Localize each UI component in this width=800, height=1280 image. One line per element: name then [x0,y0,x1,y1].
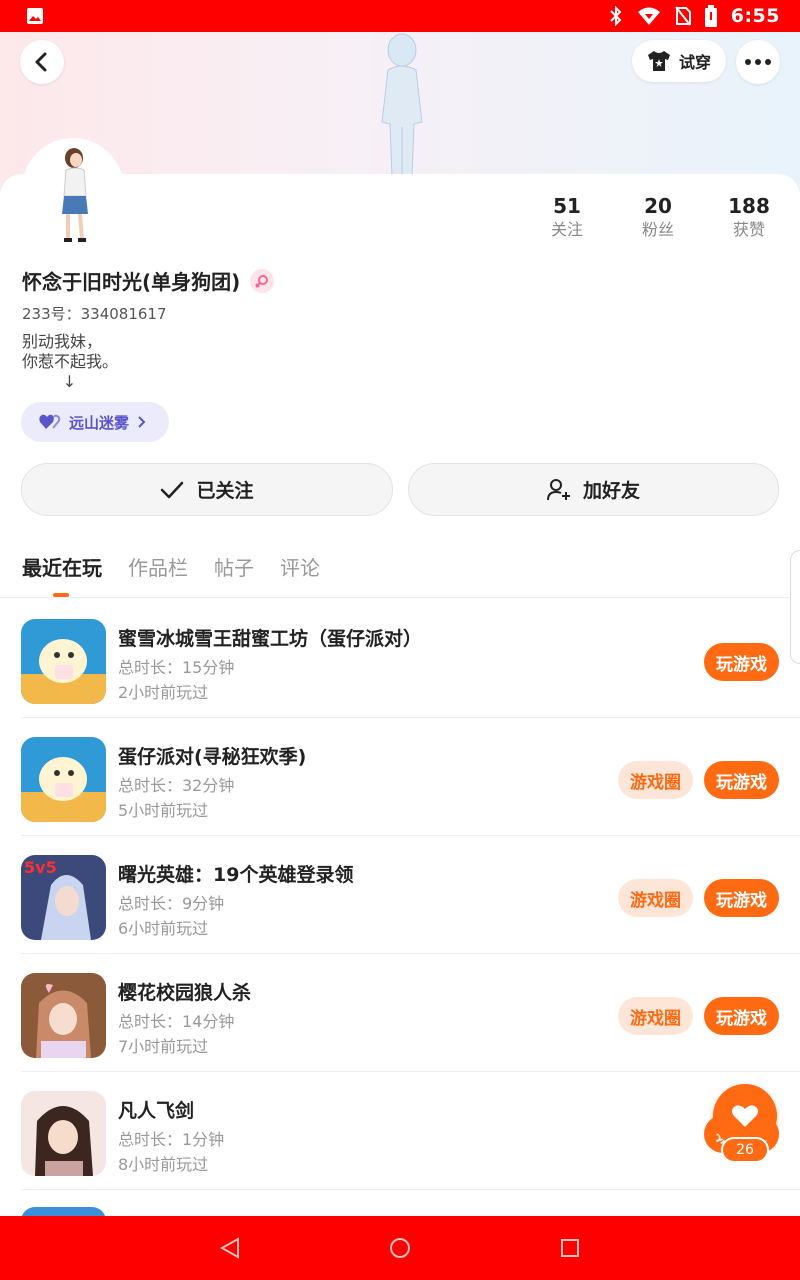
add-user-icon [546,478,570,500]
content-tabs: 最近在玩 作品栏 帖子 评论 [22,552,320,596]
game-icon-eggy [21,619,106,704]
game-duration: 总时长：9分钟 [118,894,225,913]
add-friend-label: 加好友 [582,480,640,502]
image-icon [27,8,43,24]
follow-label: 已关注 [196,480,254,502]
more-button[interactable] [736,40,780,84]
list-item[interactable]: 蜜雪冰城雪王甜蜜工坊（蛋仔派对） 总时长：15分钟 2小时前玩过 玩游戏 [0,600,800,718]
status-time: 6:55 [730,5,780,27]
svg-text:5v5: 5v5 [24,858,57,877]
gender-female-icon [250,268,275,293]
username-row: 怀念于旧时光(单身狗团) [22,266,275,295]
game-icon-eggy-party [21,737,106,822]
tshirt-icon [647,51,670,71]
game-duration: 总时长：1分钟 [118,1130,225,1149]
wifi-icon [637,7,660,25]
game-last-played: 5小时前玩过 [118,801,209,820]
stat-likes-value: 188 [728,194,770,218]
like-count: 26 [721,1137,769,1163]
game-duration: 总时长：32分钟 [118,776,235,795]
battery-icon [704,5,717,27]
stat-following-value: 51 [553,194,581,218]
stat-likes-label: 获赞 [732,220,765,239]
game-circle-button[interactable]: 游戏圈 [618,997,693,1035]
profile-stats: 51 关注 20 粉丝 188 获赞 [520,194,800,246]
club-label: 远山迷雾 [69,413,130,432]
play-game-button[interactable]: 玩游戏 [704,879,779,917]
game-title: 蛋仔派对(寻秘狂欢季) [118,746,307,768]
game-icon-mortal-sword [21,1091,106,1176]
game-icon-dawn-heroes: 5v5 [21,855,106,940]
game-circle-button[interactable]: 游戏圈 [618,761,693,799]
tab-works[interactable]: 作品栏 [128,552,188,596]
heart-pair-icon [39,414,61,429]
heart-icon [732,1105,758,1127]
user-bio: 别动我妹， 你惹不起我。 ↓ [22,332,119,391]
game-circle-button[interactable]: 游戏圈 [618,879,693,917]
game-title: 樱花校园狼人杀 [118,982,252,1004]
game-last-played: 7小时前玩过 [118,1037,209,1056]
follow-button[interactable]: 已关注 [21,463,393,516]
no-sim-icon [674,6,691,26]
play-game-button[interactable]: 玩游戏 [704,643,779,681]
nav-back-icon[interactable] [218,1236,242,1260]
status-bar: 6:55 [0,0,800,32]
avatar-figure [62,148,88,242]
avatar[interactable] [22,138,124,248]
stat-fans[interactable]: 20 粉丝 [623,194,693,242]
bluetooth-icon [610,6,622,26]
game-title: 曙光英雄：19个英雄登录领 [118,864,354,886]
tryon-button[interactable]: 试穿 [632,40,726,82]
tab-divider [0,597,800,598]
tryon-label: 试穿 [678,53,711,72]
user-id: 233号：334081617 [22,305,167,323]
username: 怀念于旧时光(单身狗团) [22,270,241,294]
stat-likes[interactable]: 188 获赞 [714,194,784,242]
list-item[interactable]: 5v5 曙光英雄：19个英雄登录领 总时长：9分钟 6小时前玩过 游戏圈 玩游戏 [0,836,800,954]
back-icon [35,52,47,72]
back-button[interactable] [20,40,64,84]
tab-recent-play[interactable]: 最近在玩 [22,552,102,596]
tab-comments[interactable]: 评论 [280,552,320,596]
stat-fans-label: 粉丝 [641,220,674,239]
stat-following-label: 关注 [550,220,583,239]
game-last-played: 8小时前玩过 [118,1155,209,1174]
play-game-button[interactable]: 玩游戏 [704,761,779,799]
list-item[interactable]: 蛋仔派对(寻秘狂欢季) 总时长：32分钟 5小时前玩过 游戏圈 玩游戏 [0,718,800,836]
list-item[interactable]: 樱花校园狼人杀 总时长：14分钟 7小时前玩过 游戏圈 玩游戏 [0,954,800,1072]
game-duration: 总时长：15分钟 [118,658,235,677]
game-icon-sakura-werewolf [21,973,106,1058]
game-title: 蜜雪冰城雪王甜蜜工坊（蛋仔派对） [118,628,423,650]
stat-following[interactable]: 51 关注 [532,194,602,242]
system-nav-bar [0,1216,800,1280]
game-title: 凡人飞剑 [118,1100,195,1122]
game-last-played: 6小时前玩过 [118,919,209,938]
game-last-played: 2小时前玩过 [118,683,209,702]
nav-recents-icon[interactable] [558,1236,582,1260]
avatar-3d-figure [381,33,423,177]
play-game-button[interactable]: 玩游戏 [704,997,779,1035]
chevron-right-icon [138,416,146,428]
game-duration: 总时长：14分钟 [118,1012,235,1031]
tab-posts[interactable]: 帖子 [214,552,254,596]
check-icon [161,481,184,498]
nav-home-icon[interactable] [388,1236,412,1260]
stat-fans-value: 20 [644,194,672,218]
more-icon [745,59,771,65]
list-item[interactable]: 凡人飞剑 总时长：1分钟 8小时前玩过 玩游戏 [0,1072,800,1190]
club-tag[interactable]: 远山迷雾 [21,402,169,442]
add-friend-button[interactable]: 加好友 [408,463,779,516]
